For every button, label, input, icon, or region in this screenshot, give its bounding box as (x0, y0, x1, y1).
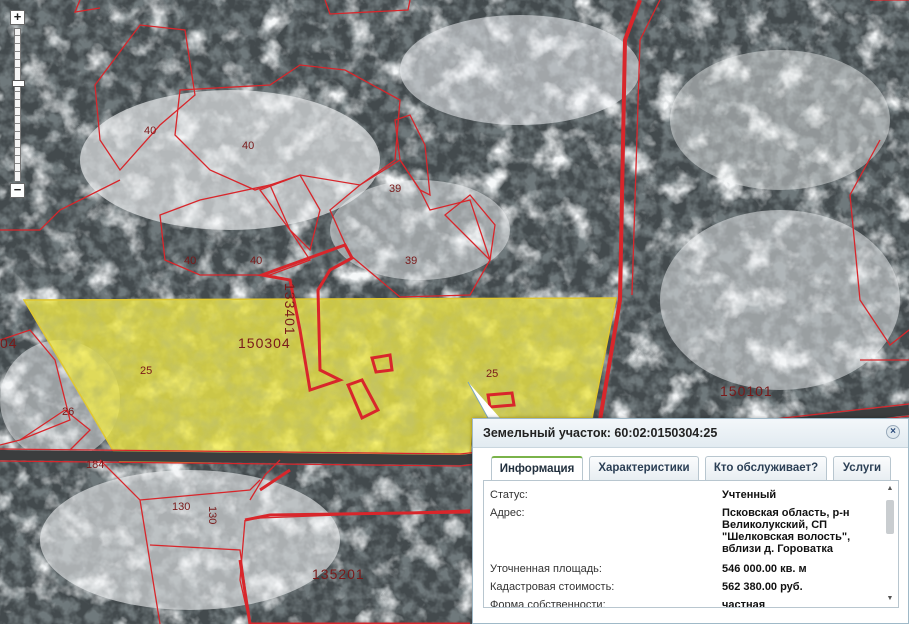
tab-who-serves[interactable]: Кто обслуживает? (705, 456, 827, 480)
field-label: Уточненная площадь: (490, 563, 602, 575)
close-button[interactable]: × (886, 425, 900, 439)
snow-field (330, 180, 510, 280)
parcel-number-label: 39 (405, 255, 418, 267)
snow-field (660, 210, 900, 390)
snow-field (400, 15, 640, 125)
parcel-number-label: 133401 (282, 283, 298, 336)
tab-information[interactable]: Информация (491, 456, 583, 481)
info-panel: Статус: Учтенный Адрес: Псковская област… (483, 480, 899, 608)
field-value: Псковская область, р-н Великолукский, СП… (722, 507, 851, 555)
snow-field (670, 50, 890, 190)
tab-characteristics[interactable]: Характеристики (589, 456, 699, 480)
parcel-number-label: 40 (144, 125, 157, 137)
parcel-number-label: 150101 (720, 383, 773, 399)
scrollbar-thumb[interactable] (886, 500, 894, 534)
zoom-out-button[interactable]: − (10, 183, 25, 198)
parcel-number-label: 40 (242, 140, 255, 152)
parcel-number-label: 130 (206, 506, 218, 525)
zoom-tick (15, 163, 20, 164)
panel-scrollbar[interactable]: ▲ ▼ (884, 484, 896, 604)
parcel-number-label: 25 (140, 365, 153, 377)
popup-header: Земельный участок: 60:02:0150304:25 × (473, 419, 908, 448)
zoom-tick (15, 51, 20, 52)
snow-field (80, 90, 380, 230)
popup-title: Земельный участок: 60:02:0150304:25 (483, 426, 718, 440)
parcel-number-label: 26 (62, 406, 75, 418)
scroll-up-icon[interactable]: ▲ (884, 484, 896, 494)
zoom-slider-track[interactable] (12, 28, 25, 182)
zoom-tick (15, 123, 20, 124)
field-label: Адрес: (490, 507, 525, 519)
zoom-tick (15, 43, 20, 44)
field-value: Учтенный (722, 489, 777, 501)
field-value: частная (722, 599, 766, 608)
zoom-tick (15, 171, 20, 172)
zoom-tick (15, 115, 20, 116)
zoom-tick (15, 107, 20, 108)
snow-field (40, 470, 340, 610)
zoom-tick (15, 131, 20, 132)
zoom-tick (15, 67, 20, 68)
zoom-slider-handle[interactable] (12, 80, 25, 87)
parcel-number-label: 04 (0, 335, 18, 351)
tab-services[interactable]: Услуги (833, 456, 891, 480)
parcel-number-label: 40 (250, 255, 263, 267)
field-value: 562 380.00 руб. (722, 581, 803, 593)
parcel-info-popup: Земельный участок: 60:02:0150304:25 × Ин… (472, 418, 909, 624)
parcel-number-label: 25 (486, 368, 499, 380)
zoom-in-button[interactable]: + (10, 10, 25, 25)
zoom-tick (15, 155, 20, 156)
zoom-tick (15, 99, 20, 100)
zoom-tick (15, 147, 20, 148)
zoom-tick (15, 91, 20, 92)
field-label: Кадастровая стоимость: (490, 581, 615, 593)
zoom-control: + − (10, 10, 26, 198)
parcel-number-label: 150304 (238, 335, 291, 351)
parcel-number-label: 39 (389, 183, 402, 195)
zoom-tick (15, 59, 20, 60)
field-label: Статус: (490, 489, 528, 501)
zoom-tick (15, 139, 20, 140)
field-value: 546 000.00 кв. м (722, 563, 807, 575)
parcel-number-label: 184 (86, 459, 105, 471)
field-label: Форма собственности: (490, 599, 606, 608)
parcel-number-label: 130 (172, 501, 191, 513)
scroll-down-icon[interactable]: ▼ (884, 594, 896, 604)
parcel-number-label: 135201 (312, 566, 365, 582)
parcel-number-label: 40 (184, 255, 197, 267)
zoom-tick (15, 35, 20, 36)
